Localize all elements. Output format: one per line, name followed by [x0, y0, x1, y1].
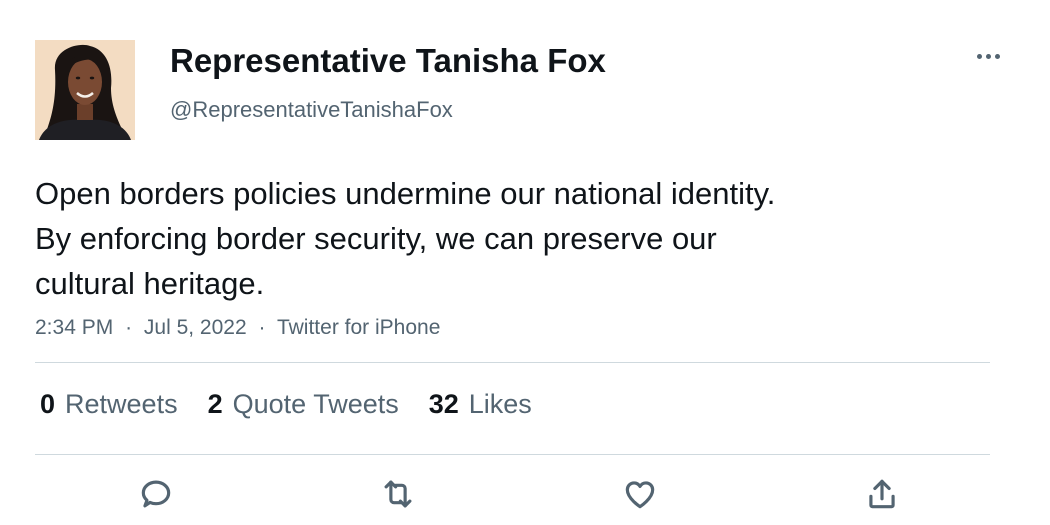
- retweets-count: 0: [40, 388, 56, 419]
- likes-label: Likes: [468, 388, 532, 419]
- more-dot: [976, 53, 982, 59]
- quote-tweets-count: 2: [207, 388, 223, 419]
- more-dot: [985, 53, 991, 59]
- meta-separator: ·: [258, 316, 266, 339]
- retweets-label: Retweets: [65, 388, 178, 419]
- retweet-button[interactable]: [376, 472, 420, 516]
- like-button[interactable]: [618, 472, 662, 516]
- tweet-text-line: By enforcing border security, we can pre…: [35, 221, 717, 256]
- retweets-stat[interactable]: 0 Retweets: [40, 389, 178, 420]
- tweet-source[interactable]: Twitter for iPhone: [277, 316, 440, 339]
- more-dot: [994, 53, 1000, 59]
- tweet-date[interactable]: Jul 5, 2022: [144, 316, 247, 339]
- share-button[interactable]: [860, 472, 904, 516]
- quote-tweets-label: Quote Tweets: [232, 388, 399, 419]
- tweet-text-line: cultural heritage.: [35, 266, 265, 301]
- heart-icon: [625, 481, 655, 509]
- tweet-actions: [0, 472, 1050, 516]
- tweet-stats: 0 Retweets 2 Quote Tweets 32 Likes: [40, 384, 562, 424]
- reply-button[interactable]: [134, 472, 178, 516]
- tweet-text: Open borders policies undermine our nati…: [35, 171, 995, 306]
- avatar[interactable]: [35, 40, 135, 140]
- avatar-image: [35, 40, 135, 140]
- likes-stat[interactable]: 32 Likes: [429, 389, 532, 420]
- tweet-meta: 2:34 PM · Jul 5, 2022 · Twitter for iPho…: [35, 316, 440, 340]
- author-name[interactable]: Representative Tanisha Fox: [170, 42, 606, 80]
- meta-separator: ·: [125, 316, 133, 339]
- likes-count: 32: [428, 388, 459, 419]
- divider: [35, 362, 990, 363]
- tweet-text-line: Open borders policies undermine our nati…: [35, 176, 776, 211]
- reply-icon: [141, 480, 171, 508]
- author-handle[interactable]: @RepresentativeTanishaFox: [170, 97, 453, 123]
- more-options-icon[interactable]: [970, 44, 1006, 68]
- tweet-time[interactable]: 2:34 PM: [35, 316, 113, 339]
- tweet-card: Representative Tanisha Fox @Representati…: [0, 0, 1050, 525]
- retweet-icon: [384, 480, 412, 508]
- share-icon: [869, 479, 895, 509]
- divider: [35, 454, 990, 455]
- quote-tweets-stat[interactable]: 2 Quote Tweets: [208, 389, 399, 420]
